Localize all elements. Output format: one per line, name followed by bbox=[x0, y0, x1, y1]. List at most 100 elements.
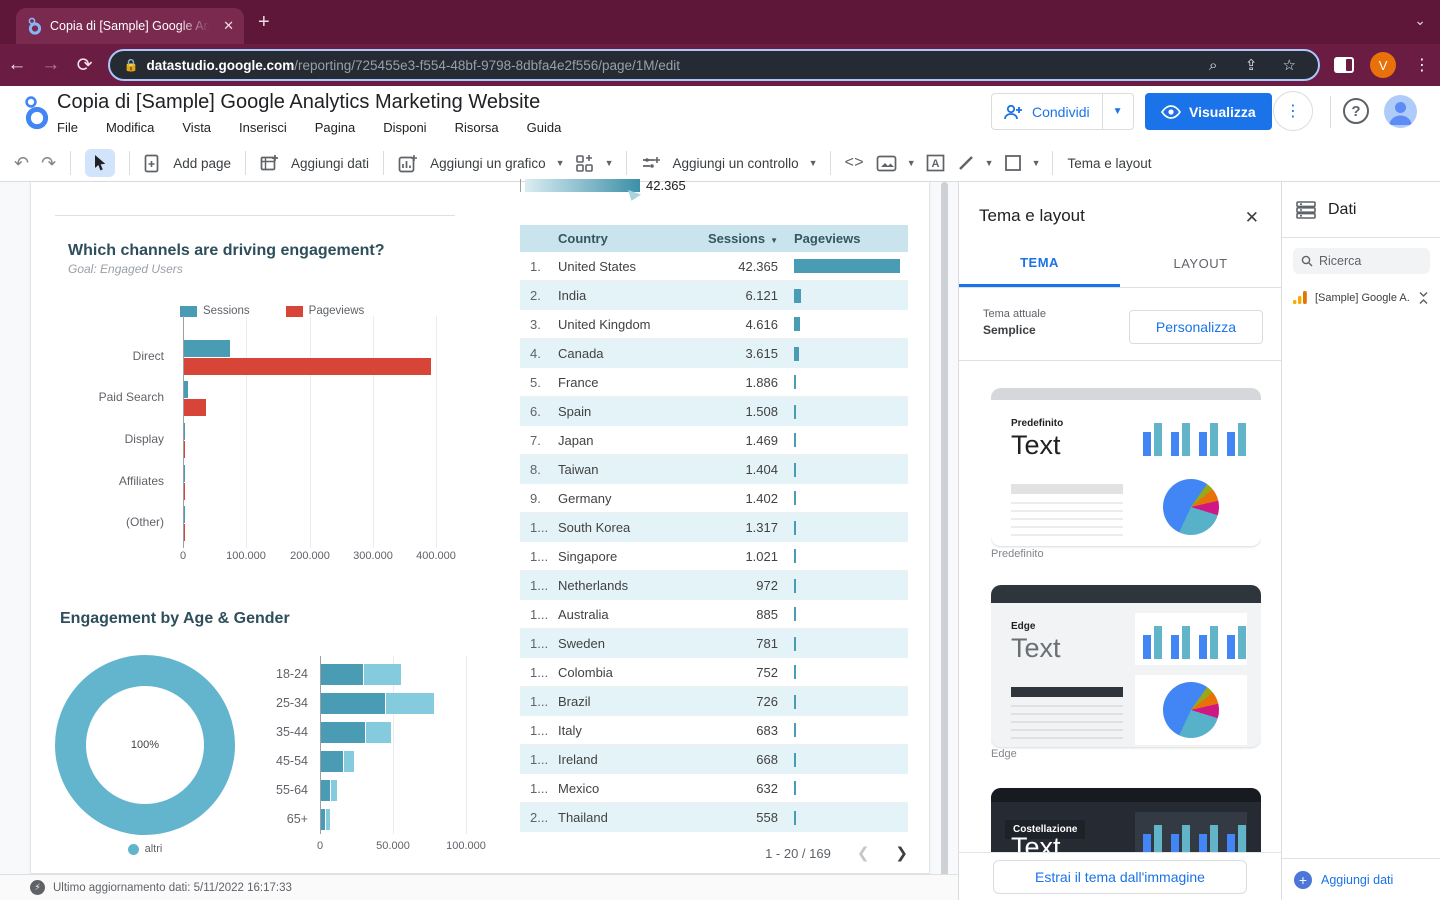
tab-layout[interactable]: LAYOUT bbox=[1120, 240, 1281, 287]
menu-modifica[interactable]: Modifica bbox=[106, 120, 154, 135]
theme-body-line bbox=[1011, 510, 1123, 512]
refresh-status-icon[interactable]: ⚡ bbox=[30, 880, 45, 895]
theme-heading-text: Text bbox=[1011, 633, 1061, 664]
url-bar[interactable]: 🔒 datastudio.google.com/reporting/725455… bbox=[108, 49, 1321, 81]
add-chart-caret[interactable]: ▼ bbox=[552, 158, 569, 168]
customize-button[interactable]: Personalizza bbox=[1129, 310, 1263, 344]
row-country: Mexico bbox=[558, 781, 678, 796]
share-page-icon[interactable]: ⇪ bbox=[1236, 56, 1266, 74]
row-rank: 9. bbox=[520, 491, 558, 506]
tab-tema[interactable]: TEMA bbox=[959, 240, 1120, 287]
help-icon[interactable]: ? bbox=[1343, 98, 1369, 124]
menu-file[interactable]: File bbox=[57, 120, 78, 135]
theme-body-line bbox=[1011, 705, 1123, 707]
row-pageviews-cell bbox=[778, 781, 908, 795]
theme-body-rule bbox=[1011, 687, 1123, 697]
header-more-button[interactable]: ⋮ bbox=[1273, 91, 1313, 131]
row-pageviews-bar bbox=[794, 317, 800, 331]
pagination-next-icon[interactable]: ❯ bbox=[895, 844, 908, 862]
theme-card-costellazione[interactable]: CostellazioneText bbox=[991, 788, 1261, 852]
row-rank: 1... bbox=[520, 781, 558, 796]
new-tab-button[interactable]: + bbox=[258, 12, 270, 32]
add-control-caret[interactable]: ▼ bbox=[805, 158, 822, 168]
table-row: 4.Canada3.615 bbox=[520, 339, 908, 368]
theme-layout-button[interactable]: Tema e layout bbox=[1061, 156, 1157, 171]
image-caret[interactable]: ▼ bbox=[903, 158, 920, 168]
text-box-icon[interactable]: A bbox=[920, 154, 951, 172]
menu-vista[interactable]: Vista bbox=[182, 120, 211, 135]
side-panel-icon[interactable] bbox=[1334, 57, 1354, 73]
row-pageviews-bar bbox=[794, 433, 796, 447]
add-page-button[interactable]: Add page bbox=[167, 156, 237, 171]
redo-icon[interactable]: ↷ bbox=[35, 153, 62, 174]
shape-caret[interactable]: ▼ bbox=[1028, 158, 1045, 168]
country-table[interactable]: 1.United States42.3652.India6.1213.Unite… bbox=[520, 252, 908, 832]
table-header[interactable]: Country Sessions▼ Pageviews bbox=[520, 225, 908, 252]
theme-card-predefinito[interactable]: PredefinitoText bbox=[991, 388, 1261, 546]
panel-close-icon[interactable]: ✕ bbox=[1245, 208, 1259, 228]
menu-disponi[interactable]: Disponi bbox=[383, 120, 426, 135]
browser-profile-avatar[interactable]: V bbox=[1370, 52, 1396, 78]
row-country: United States bbox=[558, 259, 678, 274]
table-row: 1...Netherlands972 bbox=[520, 571, 908, 600]
add-data-button[interactable]: Aggiungi dati bbox=[285, 156, 375, 171]
row-pageviews-bar bbox=[794, 347, 799, 361]
age-stacked-bar-chart[interactable] bbox=[320, 656, 470, 834]
reload-icon[interactable]: ⟳ bbox=[68, 54, 102, 77]
image-icon[interactable] bbox=[870, 155, 903, 172]
row-pageviews-cell bbox=[778, 259, 908, 273]
share-dropdown-caret[interactable]: ▼ bbox=[1102, 94, 1133, 129]
screenshot-root: Copia di [Sample] Google Anal ✕ + ⌄ ← → … bbox=[0, 0, 1440, 900]
add-control-button[interactable]: Aggiungi un controllo bbox=[667, 156, 805, 171]
menu-guida[interactable]: Guida bbox=[527, 120, 562, 135]
add-data-link[interactable]: Aggiungi dati bbox=[1321, 873, 1393, 887]
row-sessions: 1.508 bbox=[678, 404, 778, 419]
bookmark-star-icon[interactable]: ☆ bbox=[1274, 56, 1304, 74]
line-caret[interactable]: ▼ bbox=[981, 158, 998, 168]
account-avatar[interactable] bbox=[1384, 95, 1417, 128]
row-pageviews-cell bbox=[778, 347, 908, 361]
age-gender-donut-chart[interactable]: 100% bbox=[55, 655, 235, 835]
gridline bbox=[466, 656, 467, 834]
menu-pagina[interactable]: Pagina bbox=[315, 120, 355, 135]
table-header-pageviews[interactable]: Pageviews bbox=[778, 231, 908, 246]
row-sessions: 668 bbox=[678, 752, 778, 767]
select-tool-button[interactable] bbox=[85, 149, 115, 177]
tab-close-icon[interactable]: ✕ bbox=[223, 18, 234, 34]
share-button[interactable]: Condividi ▼ bbox=[991, 93, 1134, 130]
back-icon[interactable]: ← bbox=[0, 54, 34, 76]
menu-risorsa[interactable]: Risorsa bbox=[455, 120, 499, 135]
table-header-country[interactable]: Country bbox=[558, 231, 678, 246]
browser-tabstrip: Copia di [Sample] Google Anal ✕ + ⌄ bbox=[0, 0, 1440, 44]
tab-search-chevron-icon[interactable]: ⌄ bbox=[1414, 12, 1426, 29]
channels-bar-chart[interactable] bbox=[183, 316, 453, 548]
add-chart-button[interactable]: Aggiungi un grafico bbox=[424, 156, 552, 171]
forward-icon[interactable]: → bbox=[34, 54, 68, 76]
browser-tab[interactable]: Copia di [Sample] Google Anal ✕ bbox=[16, 8, 244, 44]
pagination-prev-icon[interactable]: ❮ bbox=[857, 844, 870, 862]
browser-menu-icon[interactable]: ⋮ bbox=[1414, 55, 1430, 75]
mini-bar-teal bbox=[1238, 423, 1246, 456]
pageviews-bar bbox=[184, 483, 185, 500]
embed-url-icon[interactable]: <> bbox=[839, 154, 870, 172]
table-header-sessions[interactable]: Sessions▼ bbox=[678, 231, 778, 246]
undo-icon[interactable]: ↶ bbox=[8, 153, 35, 174]
line-icon[interactable] bbox=[951, 154, 981, 172]
row-rank: 1... bbox=[520, 520, 558, 535]
data-source-item[interactable]: [Sample] Google A... bbox=[1293, 290, 1430, 305]
mini-bar-teal bbox=[1182, 423, 1190, 456]
community-viz-caret[interactable]: ▼ bbox=[601, 158, 618, 168]
extract-theme-button[interactable]: Estrai il tema dall'immagine bbox=[993, 860, 1247, 894]
view-button[interactable]: Visualizza bbox=[1145, 93, 1272, 130]
report-title[interactable]: Copia di [Sample] Google Analytics Marke… bbox=[57, 91, 540, 114]
data-search-box[interactable]: Ricerca bbox=[1293, 248, 1430, 274]
table-row: 2...Thailand558 bbox=[520, 803, 908, 832]
search-icon[interactable]: ⌕ bbox=[1198, 57, 1228, 74]
theme-pie-panel bbox=[1135, 675, 1247, 745]
menu-inserisci[interactable]: Inserisci bbox=[239, 120, 287, 135]
collapse-icon[interactable] bbox=[1417, 291, 1430, 305]
theme-card-edge[interactable]: EdgeText bbox=[991, 585, 1261, 747]
canvas-scrollbar[interactable] bbox=[941, 182, 948, 900]
community-viz-icon[interactable] bbox=[569, 154, 601, 173]
shape-icon[interactable] bbox=[998, 154, 1028, 172]
